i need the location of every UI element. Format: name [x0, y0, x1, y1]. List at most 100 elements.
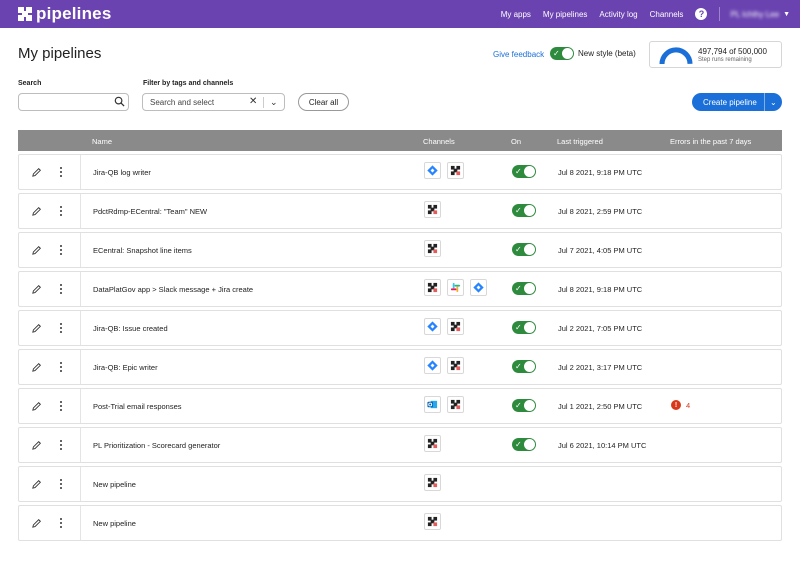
brand-logo[interactable]: pipelines	[18, 4, 112, 24]
table-row[interactable]: Jira-QB: Issue created ✓ Jul 2 2021, 7:0…	[18, 310, 782, 346]
table-row[interactable]: PdctRdmp-ECentral: "Team" NEW ✓ Jul 8 20…	[18, 193, 782, 229]
nav-my-apps[interactable]: My apps	[501, 10, 531, 19]
new-style-toggle[interactable]: ✓	[550, 47, 574, 60]
new-style-label: New style (beta)	[578, 49, 636, 58]
account-name: PL Ichthy Lee	[730, 9, 780, 19]
table-row[interactable]: PL Prioritization - Scorecard generator …	[18, 427, 782, 463]
pencil-icon[interactable]	[31, 284, 42, 295]
create-pipeline-button[interactable]: Create pipeline ⌄	[692, 93, 782, 111]
more-vertical-icon[interactable]	[59, 244, 63, 256]
row-actions	[19, 389, 81, 423]
pipeline-name[interactable]: New pipeline	[93, 480, 136, 489]
error-indicator[interactable]: ! 4	[671, 400, 690, 410]
channel-icons	[424, 396, 470, 413]
pipeline-on-toggle[interactable]: ✓	[512, 204, 536, 217]
pencil-icon[interactable]	[31, 206, 42, 217]
nav-activity-log[interactable]: Activity log	[599, 10, 637, 19]
table-row[interactable]: Post-Trial email responses ✓ Jul 1 2021,…	[18, 388, 782, 424]
pipeline-on-toggle[interactable]: ✓	[512, 243, 536, 256]
pipeline-on-toggle[interactable]: ✓	[512, 438, 536, 451]
table-row[interactable]: Jira-QB: Epic writer ✓ Jul 2 2021, 3:17 …	[18, 349, 782, 385]
usage-gauge	[659, 47, 693, 65]
column-on[interactable]: On	[511, 137, 521, 146]
pipeline-on-toggle[interactable]: ✓	[512, 165, 536, 178]
pencil-icon[interactable]	[31, 479, 42, 490]
filter-select[interactable]: Search and select ✕ ⌄	[142, 93, 285, 111]
row-actions	[19, 467, 81, 501]
pencil-icon[interactable]	[31, 440, 42, 451]
pipeline-name[interactable]: ECentral: Snapshot line items	[93, 246, 192, 255]
nav-channels[interactable]: Channels	[650, 10, 684, 19]
pipeline-name[interactable]: Jira-QB log writer	[93, 168, 151, 177]
last-triggered: Jul 8 2021, 9:18 PM UTC	[558, 285, 643, 294]
row-actions	[19, 194, 81, 228]
pencil-icon[interactable]	[31, 401, 42, 412]
table-row[interactable]: New pipeline	[18, 505, 782, 541]
pipeline-name[interactable]: PdctRdmp-ECentral: "Team" NEW	[93, 207, 207, 216]
pipeline-name[interactable]: New pipeline	[93, 519, 136, 528]
more-vertical-icon[interactable]	[59, 166, 63, 178]
pipeline-on-toggle[interactable]: ✓	[512, 399, 536, 412]
slack-icon	[447, 279, 464, 296]
column-channels[interactable]: Channels	[423, 137, 455, 146]
pipelines-icon	[424, 279, 441, 296]
jira-icon	[424, 318, 441, 335]
table-row[interactable]: Jira-QB log writer ✓ Jul 8 2021, 9:18 PM…	[18, 154, 782, 190]
pencil-icon[interactable]	[31, 362, 42, 373]
pipelines-icon	[424, 240, 441, 257]
pencil-icon[interactable]	[31, 323, 42, 334]
check-icon: ✓	[515, 362, 522, 371]
column-name[interactable]: Name	[92, 137, 112, 146]
new-style-toggle-group: ✓ New style (beta)	[550, 47, 636, 60]
nav-divider	[719, 7, 721, 21]
more-vertical-icon[interactable]	[59, 361, 63, 373]
table-row[interactable]: New pipeline	[18, 466, 782, 502]
pencil-icon[interactable]	[31, 167, 42, 178]
row-actions	[19, 233, 81, 267]
more-vertical-icon[interactable]	[59, 322, 63, 334]
chevron-down-icon[interactable]: ⌄	[765, 98, 777, 107]
table-row[interactable]: ECentral: Snapshot line items ✓ Jul 7 20…	[18, 232, 782, 268]
check-icon: ✓	[515, 206, 522, 215]
more-vertical-icon[interactable]	[59, 400, 63, 412]
check-icon: ✓	[515, 284, 522, 293]
channel-icons	[424, 279, 493, 296]
more-vertical-icon[interactable]	[59, 517, 63, 529]
more-vertical-icon[interactable]	[59, 205, 63, 217]
pipeline-name[interactable]: Jira-QB: Issue created	[93, 324, 168, 333]
search-icon[interactable]	[114, 96, 125, 107]
pencil-icon[interactable]	[31, 518, 42, 529]
search-input[interactable]	[18, 93, 129, 111]
more-vertical-icon[interactable]	[59, 283, 63, 295]
pipeline-name[interactable]: PL Prioritization - Scorecard generator	[93, 441, 220, 450]
last-triggered: Jul 2 2021, 7:05 PM UTC	[558, 324, 643, 333]
filter-label: Filter by tags and channels	[143, 80, 234, 87]
check-icon: ✓	[553, 49, 560, 58]
more-vertical-icon[interactable]	[59, 439, 63, 451]
close-icon[interactable]: ✕	[249, 96, 257, 107]
check-icon: ✓	[515, 401, 522, 410]
pipeline-on-toggle[interactable]: ✓	[512, 360, 536, 373]
chevron-down-icon[interactable]: ⌄	[270, 97, 278, 108]
more-vertical-icon[interactable]	[59, 478, 63, 490]
help-icon[interactable]: ?	[695, 8, 708, 20]
channel-icons	[424, 474, 447, 491]
clear-all-button[interactable]: Clear all	[298, 93, 349, 111]
column-last-triggered[interactable]: Last triggered	[557, 137, 603, 146]
pipeline-name[interactable]: Post-Trial email responses	[93, 402, 182, 411]
account-menu[interactable]: PL Ichthy Lee ▼	[730, 10, 790, 19]
pipeline-name[interactable]: DataPlatGov app > Slack message + Jira c…	[93, 285, 253, 294]
pipeline-on-toggle[interactable]: ✓	[512, 321, 536, 334]
pipeline-on-toggle[interactable]: ✓	[512, 282, 536, 295]
pipeline-name[interactable]: Jira-QB: Epic writer	[93, 363, 158, 372]
pipelines-icon	[424, 201, 441, 218]
table-row[interactable]: DataPlatGov app > Slack message + Jira c…	[18, 271, 782, 307]
check-icon: ✓	[515, 167, 522, 176]
give-feedback-link[interactable]: Give feedback	[493, 50, 544, 59]
pencil-icon[interactable]	[31, 245, 42, 256]
usage-count: 497,794 of 500,000	[698, 47, 767, 56]
column-errors[interactable]: Errors in the past 7 days	[670, 137, 751, 146]
nav-my-pipelines[interactable]: My pipelines	[543, 10, 587, 19]
last-triggered: Jul 7 2021, 4:05 PM UTC	[558, 246, 643, 255]
last-triggered: Jul 1 2021, 2:50 PM UTC	[558, 402, 643, 411]
